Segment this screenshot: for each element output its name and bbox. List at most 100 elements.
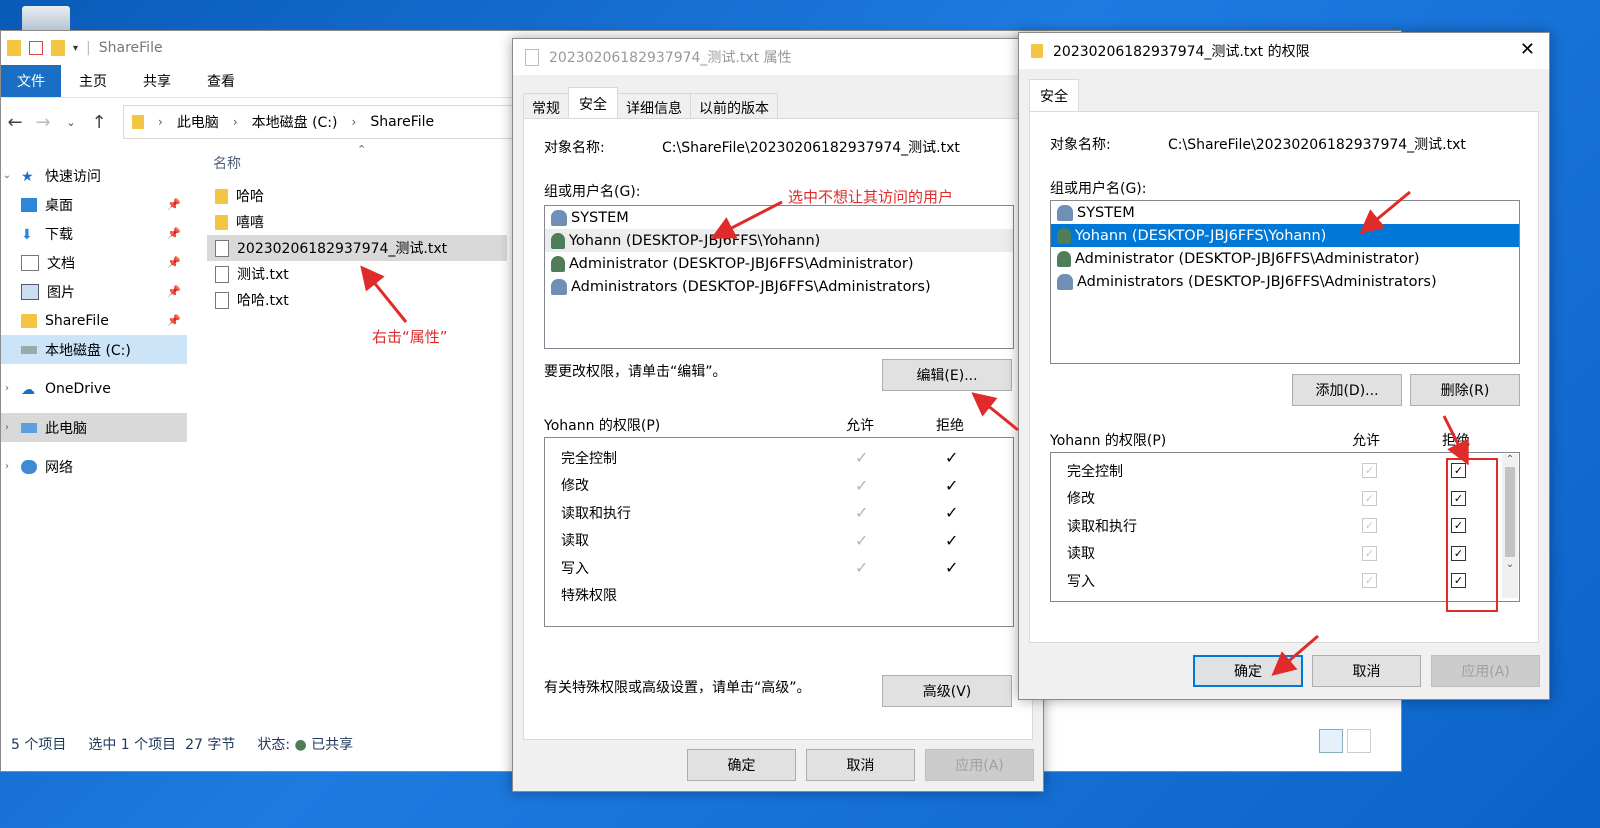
large-icons-view-icon[interactable]: [1347, 729, 1371, 753]
selected-size: 27 字节: [185, 737, 236, 753]
pin-icon[interactable]: 📌: [167, 227, 181, 240]
list-item-selected[interactable]: 20230206182937974_测试.txt: [207, 235, 507, 261]
sidebar-item-onedrive[interactable]: › ☁ OneDrive: [1, 374, 187, 403]
allow-checkbox[interactable]: ✓: [1362, 463, 1377, 479]
sidebar-item-documents[interactable]: 文档 📌: [1, 248, 187, 277]
list-item[interactable]: Administrators (DESKTOP-JBJ6FFS\Administ…: [1051, 270, 1519, 293]
permissions-list: 完全控制 ✓ ✓ 修改 ✓ ✓ 读取和执行 ✓ ✓ 读取 ✓ ✓ 写入 ✓ ✓ 特殊权限: [544, 437, 1014, 627]
apply-button[interactable]: 应用(A): [925, 749, 1034, 781]
list-item[interactable]: 哈哈: [207, 183, 507, 209]
close-icon[interactable]: ✕: [1520, 39, 1535, 60]
column-header-name[interactable]: 名称: [207, 149, 507, 177]
breadcrumb-item[interactable]: ShareFile: [370, 114, 434, 130]
permission-row: 读取 ✓ ✓: [561, 530, 959, 550]
edit-button[interactable]: 编辑(E)...: [882, 359, 1012, 391]
scrollbar[interactable]: ⌃ ⌄: [1502, 454, 1518, 598]
permission-row: 完全控制 ✓ ✓: [561, 448, 959, 468]
user-icon: [1057, 250, 1071, 267]
user-group-icon: [551, 278, 567, 295]
object-name-label: 对象名称:: [544, 140, 605, 156]
details-view-icon[interactable]: [1319, 729, 1343, 753]
download-icon: ⬇: [21, 226, 33, 243]
allow-checkbox[interactable]: ✓: [1362, 573, 1377, 589]
pin-icon[interactable]: 📌: [167, 256, 181, 269]
allow-check-icon: ✓: [855, 530, 869, 550]
allow-checkbox[interactable]: ✓: [1362, 545, 1377, 561]
allow-checkbox[interactable]: ✓: [1362, 518, 1377, 534]
apply-button[interactable]: 应用(A): [1431, 655, 1540, 687]
list-item[interactable]: 哈哈.txt: [207, 287, 507, 313]
window-title: ShareFile: [98, 40, 163, 56]
customize-qat-icon[interactable]: ▾: [73, 43, 78, 54]
permission-row: 写入 ✓ ✓: [561, 558, 959, 578]
desktop-icon: [21, 197, 37, 212]
scrollbar-thumb[interactable]: [1505, 467, 1515, 557]
sidebar-item-downloads[interactable]: ⬇ 下载 📌: [1, 219, 187, 248]
sidebar-item-desktop[interactable]: 桌面 📌: [1, 190, 187, 219]
advanced-button[interactable]: 高级(V): [882, 675, 1012, 707]
tab-security[interactable]: 安全: [1029, 79, 1079, 114]
allow-check-icon: ✓: [855, 448, 869, 468]
navigation-pane: ⌄ ★ 快速访问 桌面 📌 ⬇ 下载 📌 文档 📌 图片 📌 ShareFile 📌 本地磁盘 …: [1, 161, 187, 731]
sidebar-item-this-pc[interactable]: › 此电脑: [1, 413, 187, 442]
sidebar-item-pictures[interactable]: 图片 📌: [1, 277, 187, 306]
user-group-icon: [1057, 273, 1073, 290]
properties-tabs: 常规 安全 详细信息 以前的版本: [523, 87, 778, 122]
pin-icon[interactable]: 📌: [167, 198, 181, 211]
sidebar-item-network[interactable]: › 网络: [1, 452, 187, 481]
sidebar-item-quick-access[interactable]: ⌄ ★ 快速访问: [1, 161, 187, 190]
new-folder-icon[interactable]: [51, 40, 65, 56]
properties-check-icon[interactable]: [29, 41, 43, 55]
list-item-selected[interactable]: Yohann (DESKTOP-JBJ6FFS\Yohann): [1051, 224, 1519, 247]
status-label: 状态:: [257, 737, 291, 753]
remove-button[interactable]: 删除(R): [1410, 374, 1520, 406]
list-item[interactable]: Administrator (DESKTOP-JBJ6FFS\Administr…: [1051, 247, 1519, 270]
ok-button[interactable]: 确定: [1193, 655, 1303, 687]
back-icon[interactable]: ←: [1, 112, 29, 133]
scroll-up-icon[interactable]: ⌃: [1502, 454, 1518, 465]
list-item[interactable]: SYSTEM: [1051, 201, 1519, 224]
allow-check-icon: ✓: [855, 503, 869, 523]
star-icon: ★: [21, 168, 34, 185]
folder-icon: [215, 214, 228, 230]
text-file-icon: [215, 239, 229, 257]
selected-count: 选中 1 个项目: [88, 737, 177, 753]
breadcrumb-item[interactable]: 本地磁盘 (C:): [252, 112, 338, 132]
sidebar-item-sharefile[interactable]: ShareFile 📌: [1, 306, 187, 335]
list-item-selected[interactable]: Yohann (DESKTOP-JBJ6FFS\Yohann): [545, 229, 1013, 252]
list-item[interactable]: SYSTEM: [545, 206, 1013, 229]
deny-column-label: 拒绝: [936, 418, 964, 434]
pin-icon[interactable]: 📌: [167, 285, 181, 298]
pin-icon[interactable]: 📌: [167, 314, 181, 327]
user-list[interactable]: SYSTEM Yohann (DESKTOP-JBJ6FFS\Yohann) A…: [1050, 200, 1520, 364]
deny-column-highlight: [1446, 458, 1498, 612]
list-item[interactable]: Administrators (DESKTOP-JBJ6FFS\Administ…: [545, 275, 1013, 298]
breadcrumb-item[interactable]: 此电脑: [177, 112, 219, 132]
user-list[interactable]: SYSTEM Yohann (DESKTOP-JBJ6FFS\Yohann) A…: [544, 205, 1014, 349]
view-buttons: [1319, 729, 1371, 753]
tab-share[interactable]: 共享: [125, 65, 189, 97]
list-item[interactable]: Administrator (DESKTOP-JBJ6FFS\Administr…: [545, 252, 1013, 275]
list-item[interactable]: 嘻嘻: [207, 209, 507, 235]
object-name-label: 对象名称:: [1050, 137, 1111, 153]
allow-checkbox[interactable]: ✓: [1362, 490, 1377, 506]
sidebar-item-local-disk[interactable]: 本地磁盘 (C:): [1, 335, 187, 364]
tab-file[interactable]: 文件: [1, 65, 61, 97]
add-button[interactable]: 添加(D)...: [1292, 374, 1402, 406]
annotation-select-user: 选中不想让其访问的用户: [788, 188, 954, 206]
folder-icon: [132, 115, 144, 129]
recent-dropdown-icon[interactable]: ⌄: [57, 116, 85, 129]
deny-check-icon: ✓: [945, 475, 959, 495]
cancel-button[interactable]: 取消: [1312, 655, 1421, 687]
tab-home[interactable]: 主页: [61, 65, 125, 97]
tab-security[interactable]: 安全: [568, 87, 618, 122]
list-item[interactable]: 测试.txt: [207, 261, 507, 287]
ok-button[interactable]: 确定: [687, 749, 796, 781]
forward-icon[interactable]: →: [29, 112, 57, 133]
cancel-button[interactable]: 取消: [806, 749, 915, 781]
computer-icon: [21, 422, 37, 433]
up-icon[interactable]: ↑: [85, 112, 113, 133]
tab-view[interactable]: 查看: [189, 65, 253, 97]
scroll-down-icon[interactable]: ⌄: [1502, 559, 1518, 570]
deny-check-icon: ✓: [945, 530, 959, 550]
